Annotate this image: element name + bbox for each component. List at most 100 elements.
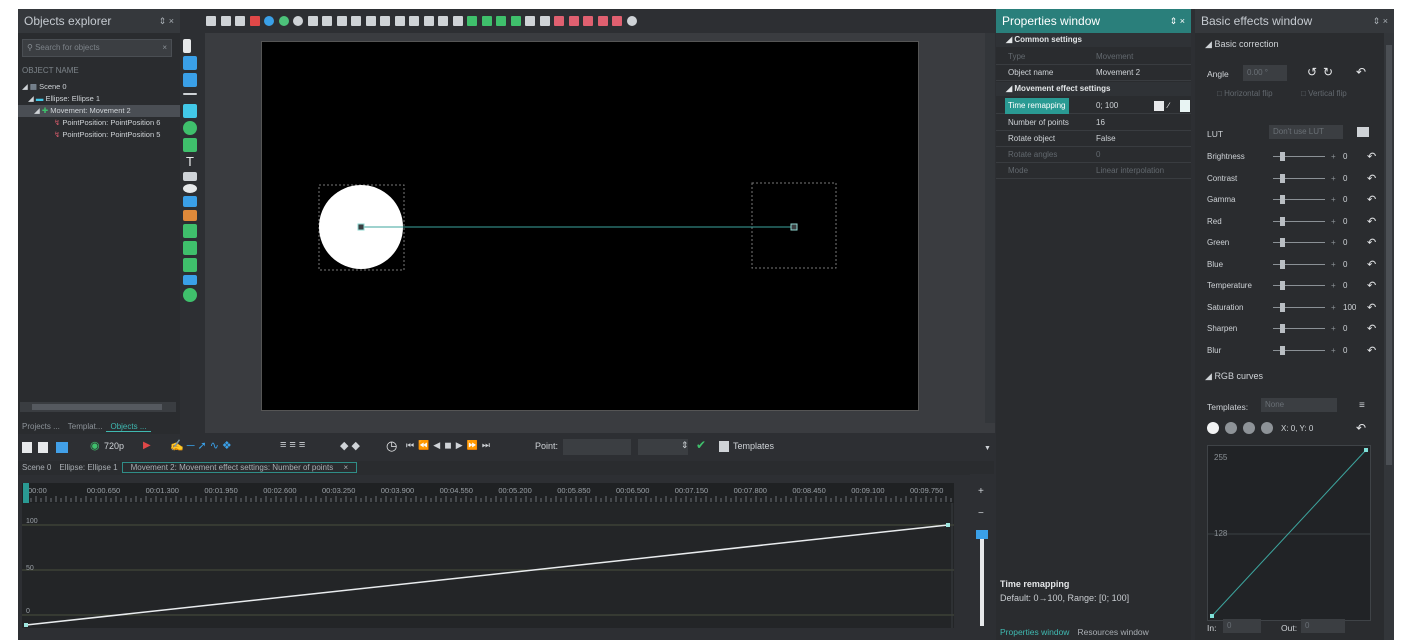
slider-knob[interactable]	[1280, 152, 1285, 161]
tab-projects[interactable]: Projects ...	[18, 422, 64, 431]
templates-menu[interactable]: Templates	[733, 441, 774, 451]
slider-knob[interactable]	[1280, 195, 1285, 204]
point-field[interactable]	[563, 439, 631, 455]
scroll-thumb[interactable]	[32, 404, 162, 410]
explorer-pin-close[interactable]: ⇕ ×	[159, 9, 174, 33]
zoom-track[interactable]	[980, 534, 984, 626]
stepper-icon[interactable]	[1154, 101, 1164, 111]
increment-icon[interactable]: +	[1331, 343, 1336, 359]
undo-icon[interactable]	[278, 16, 289, 26]
slider-knob[interactable]	[1280, 345, 1285, 355]
slider-knob[interactable]	[1280, 173, 1285, 183]
properties-pin-close[interactable]: ⇕ ×	[1170, 9, 1185, 33]
slider-knob[interactable]	[1280, 216, 1285, 226]
move-up-icon[interactable]	[467, 16, 478, 26]
prop-value[interactable]: 0; 100	[1096, 98, 1118, 114]
rgb-curves-header[interactable]: ◢ RGB curves	[1205, 371, 1263, 382]
align-bottom-icon[interactable]	[394, 16, 405, 26]
tree-item-movement[interactable]: ◢ ✚ Movement: Movement 2	[18, 105, 180, 117]
increment-icon[interactable]: +	[1331, 235, 1336, 251]
group-common-settings[interactable]: ◢ Common settings	[996, 33, 1191, 47]
chart-tool-icon[interactable]	[183, 196, 197, 207]
polygon-tool-icon[interactable]	[183, 138, 197, 152]
move-bottom-icon[interactable]	[510, 16, 521, 26]
tab-ellipse[interactable]: Ellipse: Ellipse 1	[55, 463, 121, 472]
slider-knob[interactable]	[1280, 324, 1285, 333]
slider-value[interactable]: 0	[1343, 321, 1347, 337]
image-tool-icon[interactable]	[183, 224, 197, 238]
distribute-v-icon[interactable]	[423, 16, 434, 26]
group-icon[interactable]	[525, 16, 536, 26]
slider-knob[interactable]	[1280, 302, 1285, 312]
expand-icon[interactable]: ◢	[28, 94, 34, 103]
tree-item-scene[interactable]: ◢ ▦ Scene 0	[18, 81, 180, 93]
stretch-icon[interactable]	[452, 16, 463, 26]
out-input[interactable]: 0	[1301, 619, 1345, 633]
prop-value[interactable]: False	[1096, 131, 1116, 147]
vertical-flip-checkbox[interactable]: □ Vertical flip	[1301, 89, 1347, 98]
lut-select[interactable]: Don't use LUT	[1269, 125, 1343, 139]
distribute-h-icon[interactable]	[409, 16, 420, 26]
cut-icon[interactable]	[206, 16, 216, 26]
reset-icon[interactable]: ↶	[1367, 192, 1376, 208]
slider-value[interactable]: 100	[1343, 300, 1356, 316]
collapse-icon[interactable]: ◢	[1205, 371, 1212, 381]
playhead-marker[interactable]	[23, 483, 29, 503]
tab-resources-window[interactable]: Resources window	[1073, 627, 1152, 637]
text-tool-icon[interactable]: T	[183, 155, 197, 169]
guides-icon[interactable]	[597, 16, 608, 26]
play-icon[interactable]: ▶	[143, 440, 151, 451]
slider-value[interactable]: 0	[1343, 257, 1347, 273]
shape-tool-icon[interactable]	[183, 73, 197, 87]
align-right-icon[interactable]	[351, 16, 362, 26]
prop-value[interactable]: Movement 2	[1096, 65, 1140, 81]
move-top-icon[interactable]	[496, 16, 507, 26]
start-point-handle[interactable]	[357, 223, 365, 231]
chevron-down-icon[interactable]: ▼	[984, 445, 991, 452]
apply-icon[interactable]: ✔	[696, 438, 706, 452]
callout-tool-icon[interactable]	[183, 184, 197, 193]
align-middle-icon[interactable]	[380, 16, 391, 26]
tab-movement[interactable]: Movement 2: Movement effect settings: Nu…	[121, 462, 358, 473]
curve-export-icon[interactable]: ≡	[1359, 400, 1365, 411]
reset-icon[interactable]: ↶	[1367, 257, 1376, 273]
effects-pin-close[interactable]: ⇕ ×	[1373, 9, 1388, 33]
safe-area-icon[interactable]	[583, 16, 594, 26]
color-swatch[interactable]	[1180, 100, 1190, 112]
rotate-left-icon[interactable]: ↺	[1307, 65, 1317, 79]
record-icon[interactable]	[264, 16, 275, 26]
slider-knob[interactable]	[1280, 281, 1285, 290]
increment-icon[interactable]: +	[1331, 321, 1336, 337]
collapse-icon[interactable]: ◢	[1006, 84, 1012, 93]
ellipse-tool-icon[interactable]	[183, 121, 197, 135]
basic-correction-header[interactable]: ◢ Basic correction	[1205, 39, 1278, 50]
snap-icon[interactable]	[554, 16, 565, 26]
zoom-slider[interactable]: + −	[970, 474, 994, 634]
expand-icon[interactable]: ◢	[22, 82, 28, 91]
zoom-in-icon[interactable]: +	[978, 486, 984, 497]
slider-value[interactable]: 0	[1343, 171, 1347, 187]
subtitle-tool-icon[interactable]	[183, 172, 197, 181]
tree-item-pointposition-6[interactable]: ↯ PointPosition: PointPosition 6	[18, 117, 180, 129]
align-left-icon[interactable]	[322, 16, 333, 26]
playback-icons[interactable]: ⏮⏪◀◼▶⏩⏭	[406, 440, 494, 451]
effect-tool-icon[interactable]	[183, 210, 197, 221]
search-input[interactable]: ⚲ Search for objects ×	[22, 39, 172, 57]
rectangle-tool-icon[interactable]	[183, 56, 197, 70]
resolution-select[interactable]: 720p	[104, 441, 124, 451]
remap-curve[interactable]	[25, 524, 949, 626]
ungroup-icon[interactable]	[539, 16, 550, 26]
prop-number-of-points[interactable]: Number of points 16	[996, 115, 1191, 131]
tab-scene[interactable]: Scene 0	[18, 463, 55, 472]
settings-icon[interactable]	[626, 16, 637, 26]
slider-knob[interactable]	[1280, 259, 1285, 269]
explorer-horizontal-scrollbar[interactable]	[20, 402, 176, 412]
channel-green-dot[interactable]	[1243, 422, 1255, 434]
slider-value[interactable]: 0	[1343, 235, 1347, 251]
paste-icon[interactable]	[38, 442, 48, 453]
fill-rect-tool-icon[interactable]	[183, 104, 197, 118]
effects-vertical-scrollbar[interactable]	[1384, 33, 1394, 640]
curve-templates-select[interactable]: None	[1261, 398, 1337, 412]
increment-icon[interactable]: +	[1331, 300, 1336, 316]
rotate-right-icon[interactable]: ↻	[1323, 65, 1333, 79]
